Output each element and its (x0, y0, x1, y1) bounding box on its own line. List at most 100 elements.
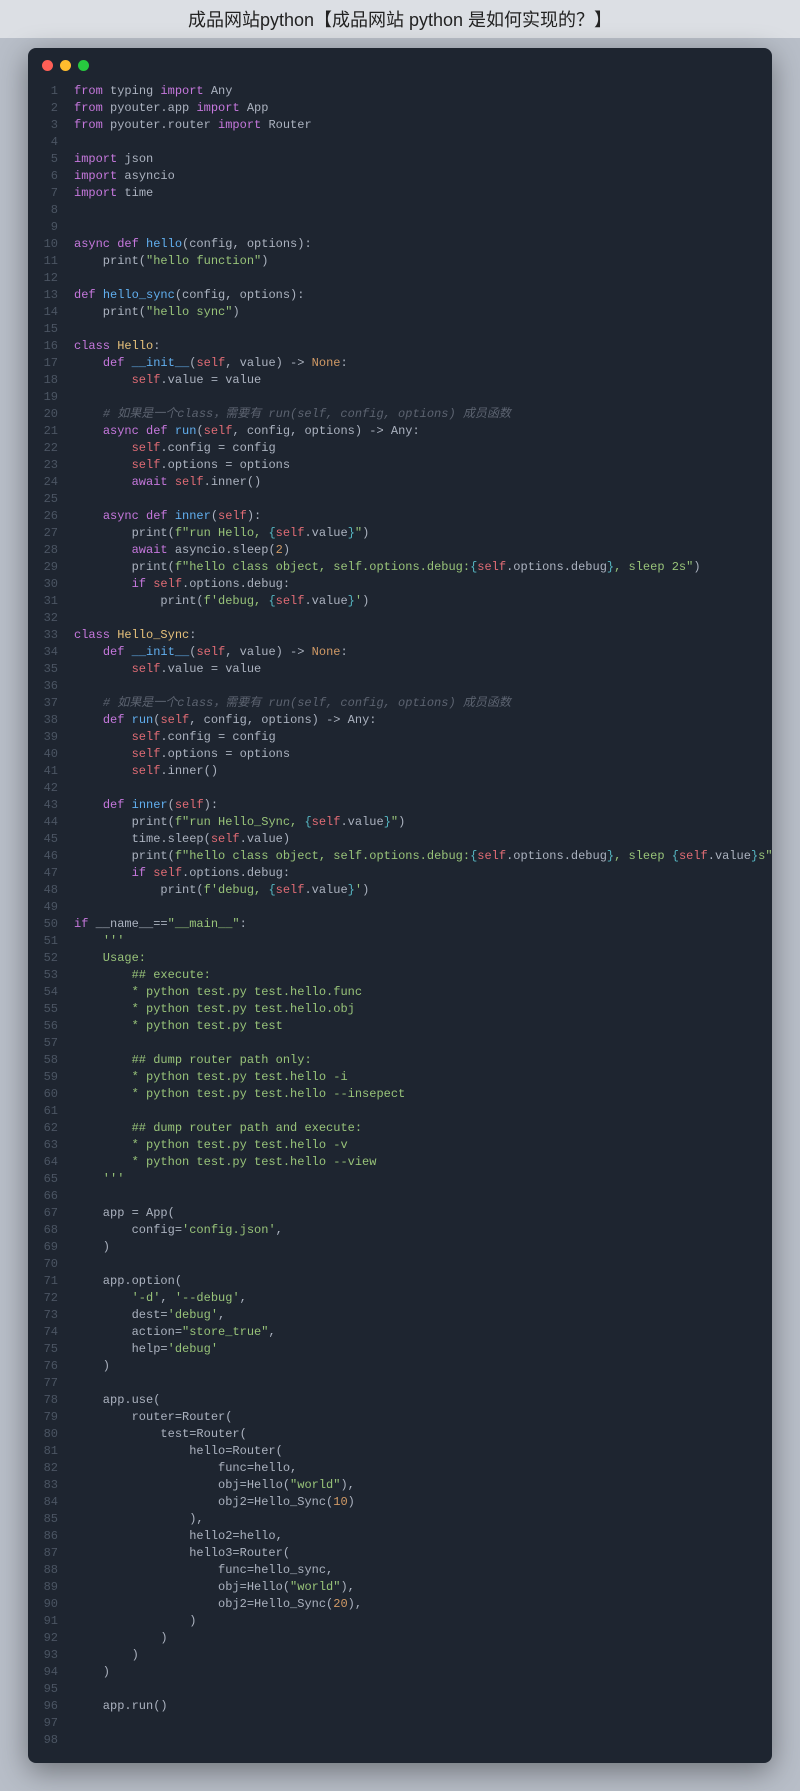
line-number: 54 (28, 984, 74, 1001)
line-number: 5 (28, 151, 74, 168)
code-content: def run(self, config, options) -> Any: (74, 712, 772, 729)
line-number: 37 (28, 695, 74, 712)
code-line: 80 test=Router( (28, 1426, 772, 1443)
code-line: 85 ), (28, 1511, 772, 1528)
code-content (74, 389, 772, 406)
code-content: * python test.py test.hello -v (74, 1137, 772, 1154)
code-content (74, 1035, 772, 1052)
code-line: 55 * python test.py test.hello.obj (28, 1001, 772, 1018)
code-line: 3from pyouter.router import Router (28, 117, 772, 134)
code-line: 32 (28, 610, 772, 627)
code-content (74, 780, 772, 797)
code-line: 87 hello3=Router( (28, 1545, 772, 1562)
code-content: ''' (74, 1171, 772, 1188)
code-content: app.run() (74, 1698, 772, 1715)
code-line: 21 async def run(self, config, options) … (28, 423, 772, 440)
code-content: ), (74, 1511, 772, 1528)
line-number: 52 (28, 950, 74, 967)
code-line: 8 (28, 202, 772, 219)
code-line: 30 if self.options.debug: (28, 576, 772, 593)
line-number: 63 (28, 1137, 74, 1154)
code-line: 81 hello=Router( (28, 1443, 772, 1460)
code-content: ## dump router path only: (74, 1052, 772, 1069)
code-content: def __init__(self, value) -> None: (74, 355, 772, 372)
code-content (74, 1188, 772, 1205)
line-number: 94 (28, 1664, 74, 1681)
code-line: 6import asyncio (28, 168, 772, 185)
line-number: 97 (28, 1715, 74, 1732)
code-content: ) (74, 1630, 772, 1647)
code-content: ) (74, 1358, 772, 1375)
code-line: 41 self.inner() (28, 763, 772, 780)
code-line: 57 (28, 1035, 772, 1052)
code-line: 92 ) (28, 1630, 772, 1647)
line-number: 51 (28, 933, 74, 950)
code-content: await asyncio.sleep(2) (74, 542, 772, 559)
code-line: 72 '-d', '--debug', (28, 1290, 772, 1307)
code-line: 4 (28, 134, 772, 151)
code-line: 71 app.option( (28, 1273, 772, 1290)
code-line: 91 ) (28, 1613, 772, 1630)
code-line: 43 def inner(self): (28, 797, 772, 814)
code-content: hello=Router( (74, 1443, 772, 1460)
maximize-icon[interactable] (78, 60, 89, 71)
code-line: 16class Hello: (28, 338, 772, 355)
code-content (74, 610, 772, 627)
code-line: 12 (28, 270, 772, 287)
line-number: 67 (28, 1205, 74, 1222)
code-content: self.options = options (74, 746, 772, 763)
line-number: 47 (28, 865, 74, 882)
code-line: 35 self.value = value (28, 661, 772, 678)
code-line: 25 (28, 491, 772, 508)
line-number: 72 (28, 1290, 74, 1307)
code-line: 58 ## dump router path only: (28, 1052, 772, 1069)
code-line: 98 (28, 1732, 772, 1749)
code-line: 56 * python test.py test (28, 1018, 772, 1035)
code-content: ) (74, 1239, 772, 1256)
code-content: print("hello sync") (74, 304, 772, 321)
code-content (74, 1715, 772, 1732)
line-number: 87 (28, 1545, 74, 1562)
code-line: 94 ) (28, 1664, 772, 1681)
line-number: 88 (28, 1562, 74, 1579)
line-number: 10 (28, 236, 74, 253)
code-content: app.option( (74, 1273, 772, 1290)
code-content: self.value = value (74, 661, 772, 678)
code-content: * python test.py test.hello --insepect (74, 1086, 772, 1103)
code-line: 77 (28, 1375, 772, 1392)
code-content: * python test.py test (74, 1018, 772, 1035)
code-content: Usage: (74, 950, 772, 967)
line-number: 36 (28, 678, 74, 695)
code-content: print(f"run Hello, {self.value}") (74, 525, 772, 542)
code-content: print("hello function") (74, 253, 772, 270)
code-line: 48 print(f'debug, {self.value}') (28, 882, 772, 899)
code-content: await self.inner() (74, 474, 772, 491)
line-number: 31 (28, 593, 74, 610)
code-content: hello2=hello, (74, 1528, 772, 1545)
code-content (74, 678, 772, 695)
line-number: 6 (28, 168, 74, 185)
code-line: 13def hello_sync(config, options): (28, 287, 772, 304)
code-content: class Hello: (74, 338, 772, 355)
close-icon[interactable] (42, 60, 53, 71)
line-number: 26 (28, 508, 74, 525)
code-line: 14 print("hello sync") (28, 304, 772, 321)
code-line: 90 obj2=Hello_Sync(20), (28, 1596, 772, 1613)
line-number: 7 (28, 185, 74, 202)
code-content: obj=Hello("world"), (74, 1579, 772, 1596)
line-number: 56 (28, 1018, 74, 1035)
code-content: async def hello(config, options): (74, 236, 772, 253)
code-line: 68 config='config.json', (28, 1222, 772, 1239)
code-line: 62 ## dump router path and execute: (28, 1120, 772, 1137)
minimize-icon[interactable] (60, 60, 71, 71)
code-line: 97 (28, 1715, 772, 1732)
code-content: self.config = config (74, 440, 772, 457)
line-number: 73 (28, 1307, 74, 1324)
code-content: from typing import Any (74, 83, 772, 100)
line-number: 33 (28, 627, 74, 644)
code-line: 73 dest='debug', (28, 1307, 772, 1324)
code-line: 60 * python test.py test.hello --insepec… (28, 1086, 772, 1103)
line-number: 84 (28, 1494, 74, 1511)
line-number: 81 (28, 1443, 74, 1460)
line-number: 9 (28, 219, 74, 236)
